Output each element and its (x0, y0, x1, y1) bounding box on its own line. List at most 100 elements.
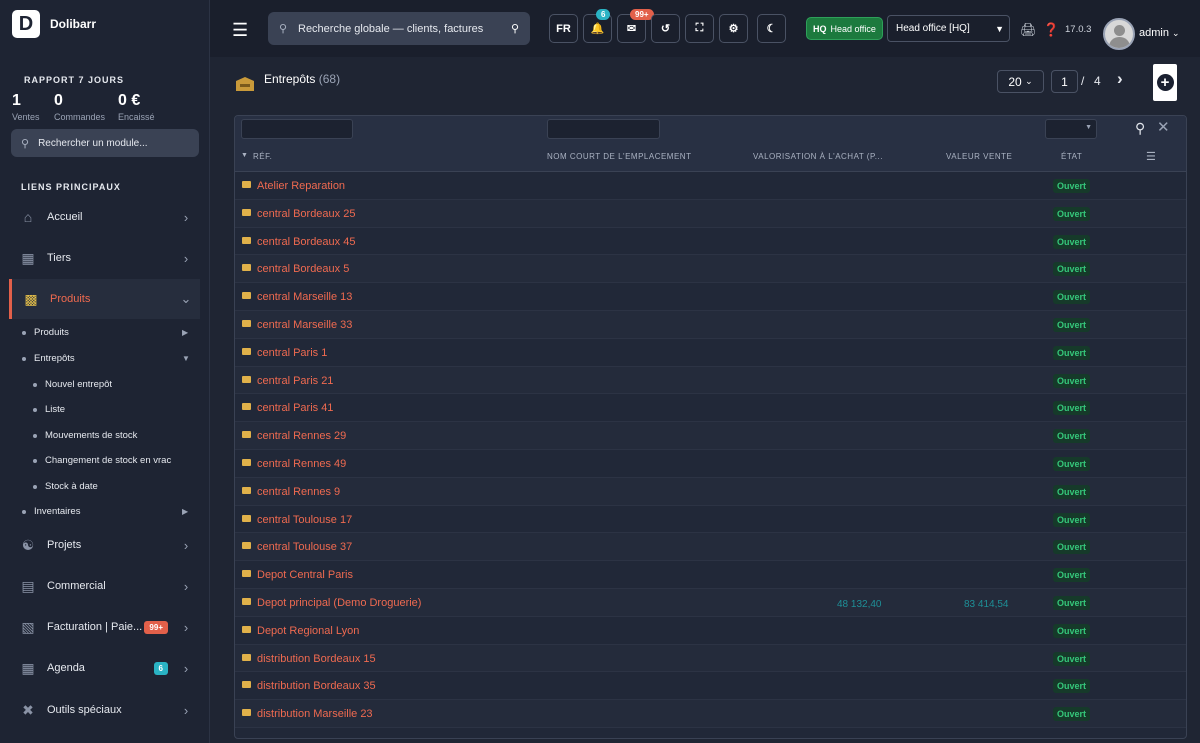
avatar[interactable] (1103, 18, 1135, 50)
submenu-item-stock-a-date[interactable]: Stock à date (33, 481, 98, 492)
filter-status-select[interactable]: ▼ (1045, 119, 1097, 139)
fullscreen-icon: ⛶ (695, 22, 704, 34)
warehouse-ref-link[interactable]: central Paris 21 (257, 375, 333, 387)
submenu-item-label: Inventaires (34, 506, 81, 517)
menu-item-facturation-paie[interactable]: ▧ Facturation | Paie... 99+ › (9, 607, 200, 647)
column-header-status[interactable]: ÉTAT (1061, 152, 1082, 161)
bell-icon: 🔔 (590, 23, 605, 35)
submenu-item-entrepots[interactable]: Entrepôts ▼ (22, 353, 190, 364)
table-header: ▼ RÉF. NOM COURT DE L'EMPLACEMENT VALORI… (235, 144, 1186, 172)
warehouse-ref-link[interactable]: central Rennes 9 (257, 486, 340, 498)
sort-desc-icon[interactable]: ▼ (241, 152, 248, 159)
entity-badge[interactable]: HQ Head office (806, 17, 883, 40)
warehouse-ref-link[interactable]: central Bordeaux 45 (257, 236, 355, 248)
page-number-input[interactable]: 1 (1051, 70, 1078, 93)
filter-ref-input[interactable] (241, 119, 353, 139)
warehouse-ref-link[interactable]: central Toulouse 37 (257, 541, 352, 553)
stat-orders[interactable]: 0 Commandes (54, 92, 105, 122)
project-icon: ☯ (21, 536, 35, 553)
history-button[interactable]: ↺ (651, 14, 680, 43)
sidebar: D Dolibarr RAPPORT 7 JOURS 1 Ventes 0 Comm… (0, 0, 210, 743)
messages-button[interactable]: ✉ 99+ (617, 9, 654, 43)
warehouse-ref-link[interactable]: central Rennes 49 (257, 458, 346, 470)
table-row: Depot Central Paris Ouvert (235, 561, 1186, 589)
notifications-button[interactable]: 🔔 6 (583, 9, 612, 43)
module-search-input[interactable]: ⚲ Rechercher un module... (11, 129, 199, 157)
menu-item-label: Agenda (47, 662, 85, 674)
column-header-ref[interactable]: RÉF. (253, 152, 272, 161)
help-icon[interactable]: ❓ (1043, 22, 1059, 38)
building-icon: ▦ (21, 249, 35, 266)
brand[interactable]: D Dolibarr (12, 10, 96, 38)
submenu-item-inventaires[interactable]: Inventaires ▶ (22, 506, 188, 517)
warehouse-ref-link[interactable]: central Paris 41 (257, 402, 333, 414)
submenu-item-label: Produits (34, 327, 69, 338)
hamburger-menu-icon[interactable]: ☰ (232, 20, 248, 41)
submenu-item-changement-de-stock-en-vrac[interactable]: Changement de stock en vrac (33, 455, 171, 466)
warehouse-ref-link[interactable]: central Marseille 13 (257, 291, 352, 303)
warehouse-icon (242, 570, 251, 578)
entity-name: Head office (830, 23, 876, 34)
search-icon: ⚲ (278, 23, 288, 35)
page-size-select[interactable]: 20 ⌄ (997, 70, 1044, 93)
column-selector-icon[interactable]: ☰ (1146, 150, 1156, 163)
user-menu[interactable]: admin ⌄ (1139, 27, 1180, 39)
menu-item-commercial[interactable]: ▤ Commercial › (9, 566, 200, 606)
dark-mode-button[interactable]: ☾ (757, 14, 786, 43)
warehouse-icon (242, 347, 251, 355)
clear-filter-icon[interactable]: ✕ (1157, 118, 1170, 136)
warehouse-ref-link[interactable]: central Marseille 33 (257, 319, 352, 331)
print-icon[interactable]: 🖨 (1020, 22, 1037, 38)
menu-item-produits[interactable]: ▩ Produits ⌄ (9, 279, 200, 319)
submenu-item-label: Mouvements de stock (45, 430, 138, 441)
menu-item-agenda[interactable]: ▦ Agenda 6 › (9, 648, 200, 688)
warehouse-ref-link[interactable]: central Bordeaux 25 (257, 208, 355, 220)
status-badge: Ouvert (1053, 429, 1091, 444)
brand-name: Dolibarr (50, 17, 97, 31)
menu-item-tiers[interactable]: ▦ Tiers › (9, 238, 200, 278)
warehouse-ref-link[interactable]: central Bordeaux 5 (257, 263, 349, 275)
search-submit-icon[interactable]: ⚲ (500, 22, 530, 35)
submenu-item-nouvel-entrepot[interactable]: Nouvel entrepôt (33, 379, 112, 390)
search-filter-icon[interactable]: ⚲ (1135, 120, 1145, 137)
status-badge: Ouvert (1053, 457, 1091, 471)
column-header-sale-value[interactable]: VALEUR VENTE (946, 152, 1012, 161)
entity-select[interactable]: Head office [HQ] ▼ (887, 15, 1010, 42)
warehouse-ref-link[interactable]: distribution Bordeaux 35 (257, 680, 376, 692)
warehouse-ref-link[interactable]: distribution Marseille 23 (257, 708, 373, 720)
warehouse-ref-link[interactable]: central Paris 1 (257, 347, 327, 359)
menu-item-label: Facturation | Paie... (47, 621, 143, 633)
submenu-item-produits[interactable]: Produits ▶ (22, 327, 188, 338)
warehouse-icon (242, 181, 251, 188)
warehouse-icon (236, 77, 254, 91)
warehouse-ref-link[interactable]: distribution Bordeaux 15 (257, 653, 376, 665)
suitcase-icon: ▤ (21, 577, 35, 594)
column-header-short-name[interactable]: NOM COURT DE L'EMPLACEMENT (547, 152, 691, 161)
warehouse-ref-link[interactable]: Depot principal (Demo Droguerie) (257, 597, 421, 609)
warehouse-icon (242, 486, 251, 494)
menu-item-outils-sp-ciaux[interactable]: ✖ Outils spéciaux › (9, 690, 200, 730)
stat-cashed[interactable]: 0 € Encaissé (118, 92, 155, 122)
menu-item-projets[interactable]: ☯ Projets › (9, 525, 200, 565)
submenu-item-mouvements-de-stock[interactable]: Mouvements de stock (33, 430, 137, 441)
language-button[interactable]: FR (549, 14, 578, 43)
top-bar: ☰ ⚲ Recherche globale — clients, facture… (210, 0, 1200, 57)
stat-sales[interactable]: 1 Ventes (12, 92, 40, 122)
warehouse-ref-link[interactable]: Depot Regional Lyon (257, 625, 359, 637)
stat-value: 0 € (118, 92, 141, 109)
add-warehouse-button[interactable]: + (1153, 64, 1177, 101)
filter-short-name-input[interactable] (547, 119, 660, 139)
table-row: distribution Bordeaux 15 Ouvert (235, 644, 1186, 673)
warehouse-ref-link[interactable]: Depot Central Paris (257, 569, 353, 581)
submenu-item-liste[interactable]: Liste (33, 404, 65, 415)
menu-item-accueil[interactable]: ⌂ Accueil › (9, 197, 200, 237)
next-page-icon[interactable]: › (1117, 69, 1123, 89)
warehouse-ref-link[interactable]: Atelier Reparation (257, 180, 345, 192)
column-header-purchase-value[interactable]: VALORISATION À L'ACHAT (P... (753, 152, 883, 161)
warehouse-ref-link[interactable]: central Toulouse 17 (257, 514, 352, 526)
table-row: central Rennes 29 Ouvert (235, 422, 1186, 450)
settings-button[interactable]: ⚙ (719, 14, 748, 43)
fullscreen-button[interactable]: ⛶ (685, 14, 714, 43)
warehouse-ref-link[interactable]: central Rennes 29 (257, 430, 346, 442)
global-search-input[interactable]: ⚲ Recherche globale — clients, factures … (268, 12, 530, 45)
